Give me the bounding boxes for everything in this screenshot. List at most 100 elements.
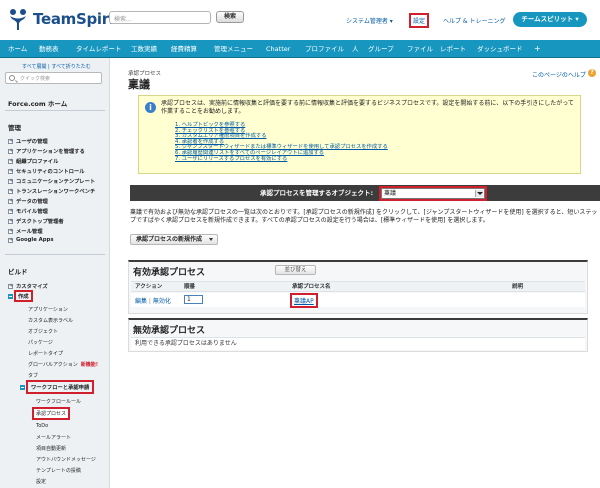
admin-heading: 管理: [8, 124, 21, 132]
settings-link[interactable]: 設定: [408, 13, 430, 28]
expand-icon: [8, 148, 13, 154]
sidebar-item-report-types[interactable]: レポートタイプ: [28, 350, 63, 357]
sidebar-item-outbound-messages[interactable]: アウトバウンドメッセージ: [36, 456, 96, 463]
sidebar-item-google-apps[interactable]: Google Apps: [8, 237, 54, 243]
info-icon: i: [145, 102, 156, 113]
tab-add[interactable]: +: [534, 40, 541, 58]
sidebar-item-desktop[interactable]: デスクトップ管理者: [8, 217, 64, 225]
system-admin-menu[interactable]: システム管理者 ▾: [346, 16, 393, 25]
divider: [5, 110, 105, 111]
sidebar-item-packages[interactable]: パッケージ: [28, 339, 53, 346]
tab-people[interactable]: 人: [352, 40, 359, 58]
reorder-button[interactable]: 並び替え: [275, 265, 316, 275]
build-heading: ビルド: [8, 268, 28, 276]
step-item[interactable]: 7. ユーザにリリースするプロセスを有効にする: [175, 156, 388, 163]
new-badge: 新機能!: [80, 362, 98, 368]
tab-home[interactable]: ホーム: [8, 40, 27, 58]
expand-icon: [8, 228, 13, 234]
help-link[interactable]: このページのヘルプ: [532, 70, 586, 79]
sidebar-item-global-actions[interactable]: グローバルアクション 新機能!: [28, 361, 98, 368]
object-select[interactable]: 稟議: [379, 186, 487, 201]
tab-admin-menu[interactable]: 管理メニュー: [214, 40, 253, 58]
deactivate-link[interactable]: 無効化: [153, 298, 171, 305]
force-com-home-link[interactable]: Force.com ホーム: [8, 98, 67, 108]
expand-icon: [8, 168, 13, 174]
expand-icon: [8, 138, 13, 144]
sidebar-item-post-templates[interactable]: テンプレートの投稿: [36, 467, 81, 474]
sidebar-item-field-updates[interactable]: 項目自動更新: [36, 445, 66, 452]
sidebar-item-manage-apps[interactable]: アプリケーションを管理する: [8, 147, 85, 155]
tab-bar: ホーム 勤務表 タイムレポート 工数実績 経費精算 管理メニュー Chatter…: [0, 40, 600, 58]
app-menu-button[interactable]: チームスピリット ▾: [513, 12, 587, 27]
column-header-order: 順番: [184, 284, 196, 290]
sidebar-item-approval-processes[interactable]: 承認プロセス: [31, 407, 71, 420]
sidebar-item-translation[interactable]: トランスレーションワークベンチ: [8, 187, 95, 195]
table-header: アクション 順番 承認プロセス名 説明: [131, 281, 585, 292]
sidebar-item-objects[interactable]: オブジェクト: [28, 328, 58, 335]
edit-link[interactable]: 編集: [135, 298, 147, 305]
expand-icon: [8, 208, 13, 214]
active-panel-title: 有効承認プロセス: [133, 268, 206, 278]
collapse-icon: [8, 293, 13, 299]
sidebar-item-org-profile[interactable]: 組織プロファイル: [8, 157, 58, 165]
tab-expense[interactable]: 経費精算: [171, 40, 197, 58]
expand-icon: [8, 218, 13, 224]
help-icon[interactable]: ?: [588, 69, 596, 77]
column-header-description: 説明: [512, 284, 524, 290]
tab-reports[interactable]: レポート: [440, 40, 466, 58]
search-icon: [9, 75, 15, 81]
quick-find-input[interactable]: クイック検索: [5, 72, 102, 84]
sidebar-item-todo[interactable]: ToDo: [36, 423, 48, 429]
tab-effort-actuals[interactable]: 工数実績: [131, 40, 157, 58]
tab-profile[interactable]: プロファイル: [305, 40, 344, 58]
expand-collapse-links[interactable]: すべて展開 | すべて折りたたむ: [22, 63, 91, 70]
sidebar-item-tabs[interactable]: タブ: [28, 372, 38, 379]
sidebar-item-email[interactable]: メール管理: [8, 227, 43, 235]
sidebar-item-security[interactable]: セキュリティのコントロール: [8, 167, 85, 175]
tab-dashboards[interactable]: ダッシュボード: [477, 40, 523, 58]
empty-message: 利用できる承認プロセスはありません: [131, 337, 585, 350]
inactive-panel-title: 無効承認プロセス: [133, 326, 206, 336]
description-text: 稟議で有効および無効な承認プロセスの一覧は次のとおりです。[承認プロセスの新規作…: [130, 209, 598, 224]
sidebar-item-create[interactable]: 作成: [8, 290, 33, 302]
global-header: TeamSpirit 検索... 検索 システム管理者 ▾ 設定 ヘルプ & ト…: [0, 0, 600, 40]
info-box: i 承認プロセスは、実施前に情報収集と評価を要する前に情報収集と評価を要するビジ…: [138, 95, 581, 174]
sidebar-item-mobile[interactable]: モバイル管理: [8, 207, 48, 215]
object-selector-label: 承認プロセスを管理するオブジェクト:: [260, 189, 374, 197]
order-input[interactable]: 1: [184, 295, 203, 304]
sidebar-item-apps[interactable]: アプリケーション: [28, 306, 68, 313]
column-header-action: アクション: [135, 284, 163, 290]
sidebar-item-customize[interactable]: カスタマイズ: [8, 282, 48, 290]
sidebar-item-data-management[interactable]: データの管理: [8, 197, 48, 205]
object-selector-bar: 承認プロセスを管理するオブジェクト: 稟議: [130, 185, 600, 201]
sidebar-item-workflow-rules[interactable]: ワークフロールール: [36, 398, 81, 405]
sidebar-item-user-management[interactable]: ユーザの管理: [8, 137, 48, 145]
divider: [5, 254, 105, 255]
expand-icon: [8, 188, 13, 194]
help-training-link[interactable]: ヘルプ & トレーニング: [443, 16, 506, 25]
tab-chatter[interactable]: Chatter: [266, 40, 290, 58]
expand-icon: [8, 198, 13, 204]
column-header-name: 承認プロセス名: [292, 284, 331, 290]
tab-time-report[interactable]: タイムレポート: [76, 40, 121, 58]
table-row: 編集 | 無効化 1 稟議AP: [131, 293, 585, 308]
collapse-icon: [20, 384, 25, 390]
sidebar-item-settings[interactable]: 設定: [36, 478, 46, 485]
inactive-processes-panel: 無効承認プロセス 利用できる承認プロセスはありません: [128, 318, 588, 352]
new-approval-process-button[interactable]: 承認プロセスの新規作成: [130, 234, 218, 245]
page-title: 稟議: [128, 78, 150, 91]
tab-groups[interactable]: グループ: [368, 40, 394, 58]
process-name-link[interactable]: 稟議AP: [290, 293, 318, 308]
tab-files[interactable]: ファイル: [407, 40, 433, 58]
dropdown-arrow-icon: [475, 190, 483, 197]
sidebar-item-comm-templates[interactable]: コミュニケーションテンプレート: [8, 177, 95, 185]
sidebar-item-email-alerts[interactable]: メールアラート: [36, 434, 71, 441]
expand-icon: [8, 158, 13, 164]
expand-icon: [8, 178, 13, 184]
main-content: 承認プロセス 稟議 このページのヘルプ ? i 承認プロセスは、実施前に情報収集…: [110, 58, 600, 488]
sidebar-item-workflow[interactable]: ワークフローと承認申請: [20, 380, 95, 394]
tab-timesheet[interactable]: 勤務表: [39, 40, 59, 58]
step-list: 1. ヘルプトピックを参照する 2. チェックリストを参照する 3. カスタムエ…: [175, 122, 388, 163]
sidebar-item-custom-labels[interactable]: カスタム表示ラベル: [28, 317, 73, 324]
active-processes-panel: 有効承認プロセス 並び替え アクション 順番 承認プロセス名 説明 編集 | 無…: [128, 260, 588, 314]
